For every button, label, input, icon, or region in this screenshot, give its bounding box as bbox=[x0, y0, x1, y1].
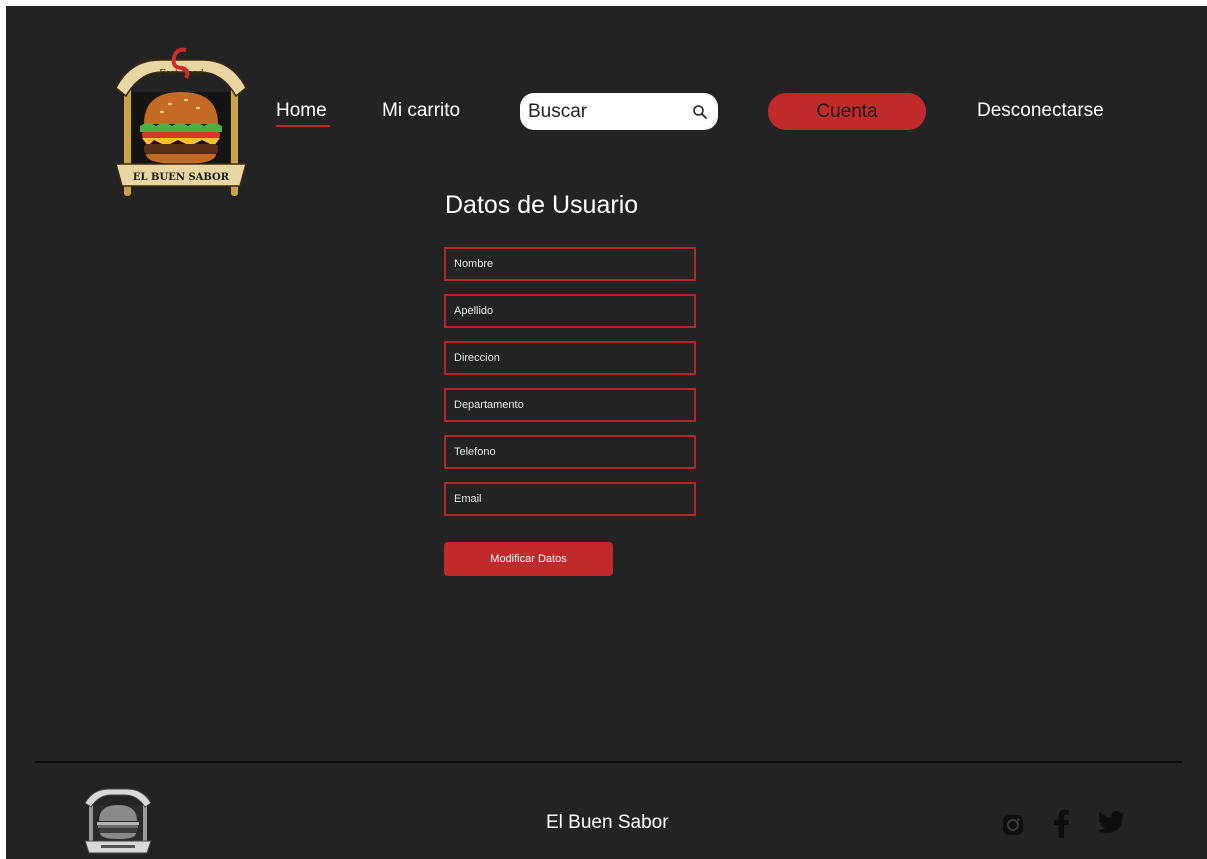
facebook-icon[interactable] bbox=[1052, 808, 1070, 838]
nav-home-active-underline bbox=[276, 125, 330, 127]
field-direccion bbox=[444, 341, 696, 375]
field-departamento bbox=[444, 388, 696, 422]
instagram-icon[interactable] bbox=[1002, 814, 1024, 836]
logout-link[interactable]: Desconectarse bbox=[977, 100, 1104, 122]
footer-logo[interactable] bbox=[81, 783, 155, 859]
field-nombre bbox=[444, 247, 696, 281]
logo-banner-text: EL BUEN SABOR bbox=[133, 172, 230, 183]
departamento-input[interactable] bbox=[446, 390, 694, 420]
twitter-icon[interactable] bbox=[1096, 810, 1126, 836]
field-apellido bbox=[444, 294, 696, 328]
search-icon[interactable] bbox=[692, 104, 708, 120]
field-email bbox=[444, 482, 696, 516]
nav-cart-link[interactable]: Mi carrito bbox=[382, 100, 460, 122]
apellido-input[interactable] bbox=[446, 296, 694, 326]
telefono-input[interactable] bbox=[446, 437, 694, 467]
nav-home-link[interactable]: Home bbox=[276, 100, 327, 122]
direccion-input[interactable] bbox=[446, 343, 694, 373]
el-buen-sabor-logo[interactable]: Fast Food EL BUEN SABOR bbox=[110, 46, 252, 206]
email-input[interactable] bbox=[446, 484, 694, 514]
page-title: Datos de Usuario bbox=[445, 191, 639, 219]
search-box bbox=[520, 93, 718, 130]
nombre-input[interactable] bbox=[446, 249, 694, 279]
field-telefono bbox=[444, 435, 696, 469]
modify-data-button[interactable]: Modificar Datos bbox=[444, 542, 613, 576]
app-frame: Fast Food EL BUEN SABOR Home Mi carrito bbox=[6, 6, 1207, 859]
search-input[interactable] bbox=[528, 93, 678, 130]
logo-top-text: Fast Food bbox=[158, 69, 204, 79]
footer-brand-name: El Buen Sabor bbox=[546, 812, 669, 833]
account-button[interactable]: Cuenta bbox=[768, 93, 926, 130]
footer-divider bbox=[35, 761, 1182, 763]
